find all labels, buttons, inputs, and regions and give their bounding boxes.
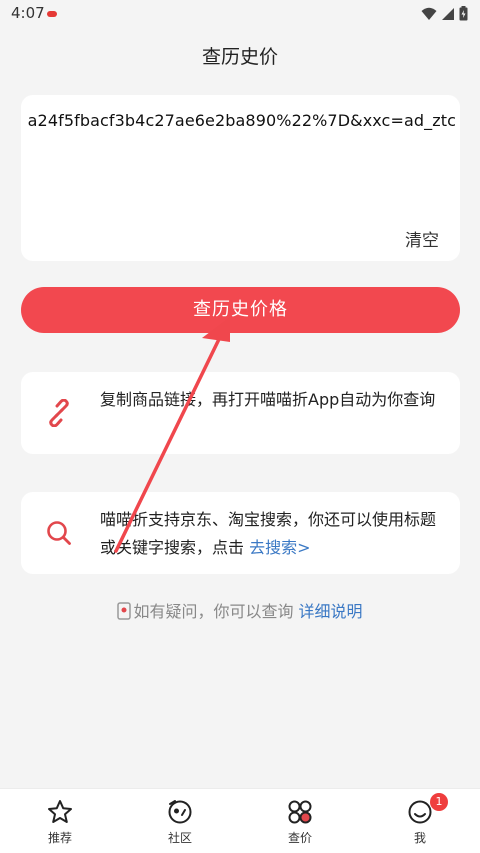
document-icon <box>117 602 132 620</box>
tip-card-copy-link: 复制商品链接，再打开喵喵折App自动为你查询 <box>21 372 460 454</box>
signal-icon <box>442 7 454 20</box>
tab-recommend[interactable]: 推荐 <box>0 789 120 853</box>
tab-community[interactable]: 社区 <box>120 789 240 853</box>
battery-icon <box>459 6 468 21</box>
community-icon <box>168 800 192 824</box>
help-text: 如有疑问，你可以查询 <box>133 602 299 621</box>
status-icons <box>421 6 468 21</box>
tab-label: 社区 <box>167 831 192 845</box>
tab-price[interactable]: 查价 <box>240 789 360 853</box>
tab-me[interactable]: 我 1 <box>360 789 480 853</box>
tab-label: 查价 <box>287 831 312 845</box>
clear-button[interactable]: 清空 <box>405 226 439 251</box>
tip-text-copy-link: 复制商品链接，再打开喵喵折App自动为你查询 <box>100 390 436 409</box>
tip-text-search: 喵喵折支持京东、淘宝搜索，你还可以使用标题或关键字搜索，点击 去搜索> <box>100 506 445 562</box>
link-input[interactable]: a24f5fbacf3b4c27ae6e2ba890%22%7D&xxc=ad_… <box>28 111 456 130</box>
query-history-price-button[interactable]: 查历史价格 <box>21 287 460 333</box>
notification-dot-icon <box>47 11 57 17</box>
tab-label: 推荐 <box>47 831 72 845</box>
status-time: 4:07 <box>11 4 45 22</box>
star-icon <box>48 800 72 823</box>
price-icon <box>288 800 312 824</box>
detail-link[interactable]: 详细说明 <box>299 602 363 621</box>
link-icon <box>49 399 69 427</box>
screen: 4:07 查历史价 a24f5fbacf3b4c27ae6e2ba890%22%… <box>0 0 480 853</box>
tip-card-search: 喵喵折支持京东、淘宝搜索，你还可以使用标题或关键字搜索，点击 去搜索> <box>21 492 460 574</box>
search-icon <box>47 521 71 545</box>
link-input-card[interactable]: a24f5fbacf3b4c27ae6e2ba890%22%7D&xxc=ad_… <box>21 95 460 261</box>
tab-label: 我 <box>413 831 426 845</box>
page-title: 查历史价 <box>201 46 278 68</box>
go-search-link[interactable]: 去搜索> <box>249 538 310 557</box>
notification-badge: 1 <box>430 793 448 811</box>
bottom-tab-bar: 推荐 社区 查价 我 1 <box>0 788 480 853</box>
status-bar: 4:07 <box>0 0 480 28</box>
wifi-icon <box>421 7 437 20</box>
help-line: 如有疑问，你可以查询 详细说明 <box>0 598 480 622</box>
